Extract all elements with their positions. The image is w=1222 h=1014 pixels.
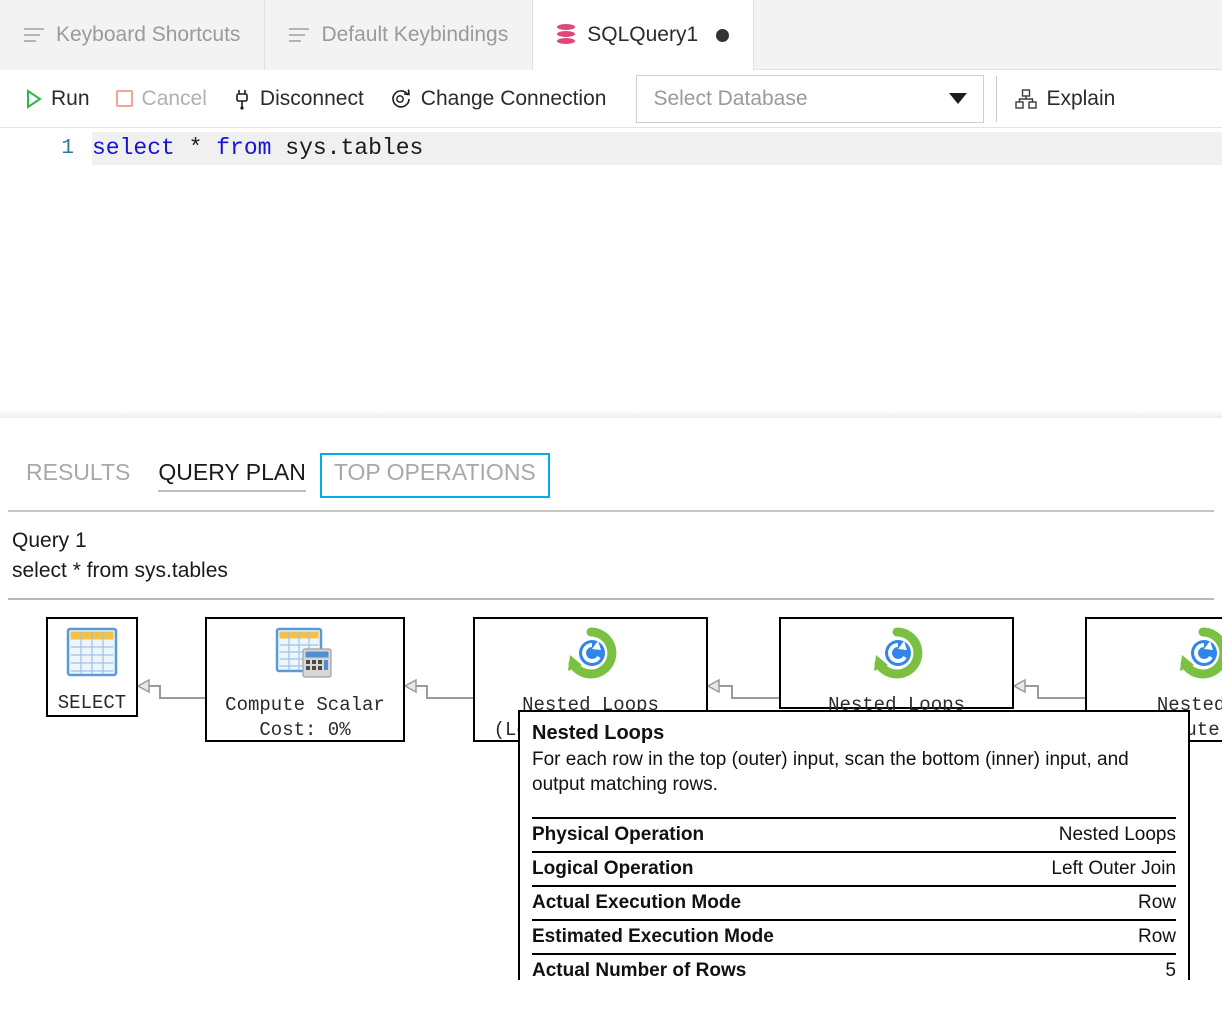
tooltip-row-value: Nested Loops	[957, 818, 1176, 852]
tooltip-title: Nested Loops	[532, 722, 1176, 745]
database-select[interactable]: Select Database	[636, 75, 984, 123]
tab-label: Default Keybindings	[321, 23, 508, 47]
database-icon	[557, 24, 575, 46]
explain-label: Explain	[1046, 87, 1115, 111]
stop-square-icon	[116, 90, 133, 107]
tooltip-row-value: 5	[957, 954, 1176, 980]
plan-arrow-4	[1014, 678, 1088, 704]
change-connection-button[interactable]: Change Connection	[390, 87, 619, 111]
table-icon	[48, 627, 136, 685]
editor-shadow	[0, 410, 1222, 418]
database-select-value: Select Database	[653, 87, 807, 111]
compute-scalar-icon	[207, 627, 403, 687]
refresh-connection-icon	[390, 88, 412, 110]
nested-loops-icon	[475, 627, 706, 687]
select-node[interactable]: SELECT	[46, 617, 138, 717]
toolbar-divider	[996, 76, 997, 122]
nested-loops-icon	[781, 627, 1012, 687]
nested-loops-node-3-sublabel: ute	[1185, 719, 1219, 741]
tab-top-operations-label: TOP OPERATIONS	[334, 459, 536, 485]
compute-scalar-node-cost: Cost: 0%	[259, 719, 350, 741]
list-lines-icon	[289, 27, 309, 43]
tooltip-row-key: Actual Execution Mode	[532, 886, 957, 920]
chevron-down-icon	[949, 93, 967, 104]
nested-loops-icon	[1087, 627, 1222, 687]
tooltip-row-value: Row	[957, 920, 1176, 954]
tooltip-row-value: Left Outer Join	[957, 852, 1176, 886]
tab-results-label: RESULTS	[26, 459, 130, 485]
line-number: 1	[0, 132, 92, 165]
unsaved-changes-dot[interactable]	[716, 29, 729, 42]
run-button[interactable]: Run	[26, 87, 102, 111]
run-icon	[26, 89, 42, 108]
tooltip-row-value: Row	[957, 886, 1176, 920]
compute-scalar-node[interactable]: Compute Scalar Cost: 0%	[205, 617, 405, 742]
table-row: Estimated Execution Mode Row	[532, 920, 1176, 954]
editor-tab-bar: Keyboard Shortcuts Default Keybindings S…	[0, 0, 1222, 70]
tooltip-row-key: Estimated Execution Mode	[532, 920, 957, 954]
tab-results[interactable]: RESULTS	[12, 453, 144, 498]
sql-keyword-from: from	[216, 135, 271, 161]
tab-query-plan[interactable]: QUERY PLAN	[144, 453, 319, 498]
query-plan-canvas[interactable]: SELECT	[0, 600, 1222, 980]
hierarchy-icon	[1015, 89, 1037, 109]
table-row: Logical Operation Left Outer Join	[532, 852, 1176, 886]
plan-node-tooltip: Nested Loops For each row in the top (ou…	[518, 710, 1190, 980]
sql-keyword-select: select	[92, 135, 175, 161]
tab-sqlquery1[interactable]: SQLQuery1	[533, 0, 754, 70]
tab-label: Keyboard Shortcuts	[56, 23, 240, 47]
tooltip-row-key: Physical Operation	[532, 818, 957, 852]
list-lines-icon	[24, 27, 44, 43]
cancel-button[interactable]: Cancel	[116, 87, 219, 111]
explain-button[interactable]: Explain	[1015, 87, 1127, 111]
disconnect-label: Disconnect	[260, 87, 364, 111]
sql-token-star: *	[175, 135, 216, 161]
tab-query-plan-label: QUERY PLAN	[158, 459, 305, 485]
nested-loops-node-2[interactable]: Nested Loops	[779, 617, 1014, 709]
tooltip-description: For each row in the top (outer) input, s…	[532, 747, 1176, 797]
plan-arrow-1	[138, 678, 208, 704]
disconnect-button[interactable]: Disconnect	[233, 87, 376, 111]
code-content[interactable]: select * from sys.tables	[92, 132, 1222, 165]
tab-label: SQLQuery1	[587, 23, 698, 47]
query-plan-title: Query 1	[12, 526, 1210, 556]
tab-default-keybindings[interactable]: Default Keybindings	[265, 0, 533, 70]
plan-arrow-3	[708, 678, 782, 704]
table-row: Actual Number of Rows 5	[532, 954, 1176, 980]
cancel-label: Cancel	[142, 87, 207, 111]
tab-keyboard-shortcuts[interactable]: Keyboard Shortcuts	[0, 0, 265, 70]
tooltip-row-key: Logical Operation	[532, 852, 957, 886]
table-row: Physical Operation Nested Loops	[532, 818, 1176, 852]
sql-token-table: sys.tables	[271, 135, 423, 161]
table-row: Actual Execution Mode Row	[532, 886, 1176, 920]
change-connection-label: Change Connection	[421, 87, 607, 111]
results-panel: RESULTS QUERY PLAN TOP OPERATIONS Query …	[0, 418, 1222, 980]
tab-bar-filler	[754, 0, 1222, 69]
sql-editor-window: Keyboard Shortcuts Default Keybindings S…	[0, 0, 1222, 1014]
query-plan-statement: select * from sys.tables	[12, 556, 1210, 586]
compute-scalar-node-label: Compute Scalar	[225, 694, 385, 716]
run-label: Run	[51, 87, 90, 111]
tab-top-operations[interactable]: TOP OPERATIONS	[320, 453, 550, 498]
disconnect-plug-icon	[233, 88, 251, 110]
code-line-1: 1 select * from sys.tables	[0, 132, 1222, 165]
query-toolbar: Run Cancel Disconnect	[0, 70, 1222, 128]
query-plan-header: Query 1 select * from sys.tables	[0, 512, 1222, 586]
sql-editor[interactable]: 1 select * from sys.tables	[0, 128, 1222, 418]
tooltip-properties-table: Physical Operation Nested Loops Logical …	[532, 817, 1176, 980]
plan-arrow-2	[405, 678, 477, 704]
tooltip-row-key: Actual Number of Rows	[532, 954, 957, 980]
select-node-label: SELECT	[58, 692, 126, 714]
results-tab-strip: RESULTS QUERY PLAN TOP OPERATIONS	[0, 418, 1222, 498]
